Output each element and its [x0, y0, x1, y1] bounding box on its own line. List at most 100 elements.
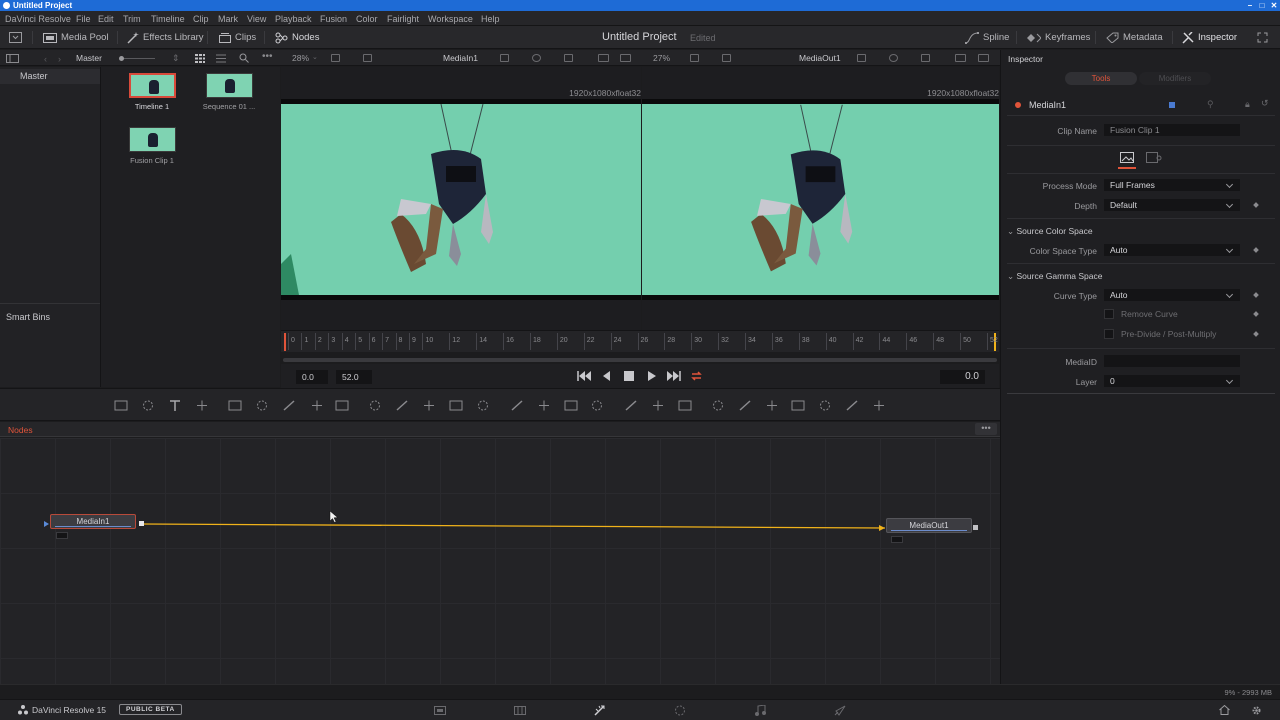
menu-playback[interactable]: Playback — [275, 14, 312, 24]
color-option-icon[interactable] — [889, 54, 898, 62]
spline-button[interactable]: Spline — [965, 26, 1009, 49]
merge-tool-icon[interactable] — [368, 399, 382, 412]
right-zoom[interactable]: 27% — [653, 53, 670, 63]
light-3d-icon[interactable] — [791, 399, 805, 412]
bin-item-master[interactable]: Master — [0, 69, 100, 84]
particle-spray-icon[interactable] — [678, 399, 692, 412]
render-start-field[interactable]: 0.0 — [296, 370, 328, 384]
nodes-options-button[interactable]: ••• — [975, 423, 997, 435]
curve-type-dropdown[interactable]: Auto — [1104, 289, 1240, 301]
left-viewer[interactable]: 1920x1080xfloat32 — [281, 67, 641, 330]
panel-toggle-button[interactable] — [9, 26, 22, 49]
maximize-icon[interactable]: □ — [1257, 0, 1267, 11]
particle-render-icon[interactable] — [651, 399, 665, 412]
reset-icon[interactable]: ↺ — [1261, 98, 1269, 109]
color-curves-tool-icon[interactable] — [335, 399, 349, 412]
ellipse-mask-icon[interactable] — [537, 399, 551, 412]
menu-workspace[interactable]: Workspace — [428, 14, 473, 24]
scrub-bar[interactable] — [283, 358, 997, 362]
image-3d-icon[interactable] — [872, 399, 886, 412]
back-arrow-icon[interactable]: ‹ — [44, 54, 47, 64]
keyframe-diamond-icon[interactable] — [1253, 292, 1259, 298]
layer-dropdown[interactable]: 0 — [1104, 375, 1240, 387]
keyframes-button[interactable]: Keyframes — [1027, 26, 1090, 49]
bspline-mask-icon[interactable] — [590, 399, 604, 412]
fusion-page-icon[interactable] — [594, 705, 606, 716]
right-viewer[interactable]: 1920x1080xfloat32 — [642, 67, 999, 330]
menu-file[interactable]: File — [76, 14, 91, 24]
text-tool-icon[interactable] — [168, 399, 182, 412]
viewer-option-icon[interactable] — [857, 54, 866, 62]
current-time-field[interactable]: 0.0 — [940, 370, 985, 384]
viewer-option-icon[interactable] — [978, 54, 989, 62]
keyframe-diamond-icon[interactable] — [1253, 311, 1259, 317]
menu-davinci-resolve[interactable]: DaVinci Resolve — [5, 14, 71, 24]
grid-view-icon[interactable] — [195, 54, 205, 63]
clip-sequence-01[interactable]: Sequence 01 ... — [199, 73, 259, 111]
more-options-icon[interactable]: ••• — [262, 51, 273, 62]
process-mode-dropdown[interactable]: Full Frames — [1104, 179, 1240, 191]
clip-fusion-clip-1[interactable]: Fusion Clip 1 — [122, 127, 182, 165]
stop-icon[interactable] — [624, 371, 634, 381]
keyframe-diamond-icon[interactable] — [1253, 331, 1259, 337]
shape-3d-icon[interactable] — [711, 399, 725, 412]
node-mediain1[interactable]: MediaIn1 — [50, 514, 136, 529]
clip-name-field[interactable]: Fusion Clip 1 — [1104, 124, 1240, 136]
roi-option-icon[interactable] — [598, 54, 609, 62]
color-space-type-dropdown[interactable]: Auto — [1104, 244, 1240, 256]
minimize-icon[interactable]: – — [1245, 0, 1255, 11]
background-tool-icon[interactable] — [114, 399, 128, 412]
play-icon[interactable] — [648, 371, 656, 381]
menu-timeline[interactable]: Timeline — [151, 14, 185, 24]
rectangle-mask-icon[interactable] — [510, 399, 524, 412]
clips-button[interactable]: Clips — [219, 26, 256, 49]
maximize-panel-button[interactable] — [1257, 26, 1268, 49]
nodes-button[interactable]: Nodes — [275, 26, 319, 49]
menu-color[interactable]: Color — [356, 14, 378, 24]
inspector-button[interactable]: Inspector — [1182, 26, 1237, 49]
polygon-mask-icon[interactable] — [564, 399, 578, 412]
clip-timeline-1[interactable]: Timeline 1 — [122, 73, 182, 111]
go-to-start-icon[interactable] — [577, 371, 591, 381]
text-3d-icon[interactable] — [765, 399, 779, 412]
metadata-button[interactable]: Metadata — [1106, 26, 1163, 49]
sort-icon[interactable]: ⇕ — [172, 53, 180, 64]
keyframe-diamond-icon[interactable] — [1253, 247, 1259, 253]
chevron-down-icon[interactable]: ⌄ — [312, 53, 318, 61]
menu-help[interactable]: Help — [481, 14, 500, 24]
fairlight-page-icon[interactable] — [754, 705, 766, 716]
renderer-3d-icon[interactable] — [818, 399, 832, 412]
search-icon[interactable] — [239, 53, 249, 63]
go-to-end-icon[interactable] — [667, 371, 681, 381]
viewer-option-icon[interactable] — [722, 54, 731, 62]
panel-layout-icon[interactable] — [6, 54, 19, 63]
loop-icon[interactable] — [690, 370, 703, 382]
node-mediaout1[interactable]: MediaOut1 — [886, 518, 972, 533]
source-gamma-space-header[interactable]: ⌄ Source Gamma Space — [1007, 271, 1102, 282]
grid-option-icon[interactable] — [921, 54, 930, 62]
effects-library-button[interactable]: Effects Library — [127, 26, 204, 49]
lock-icon[interactable]: 🔒︎ — [1245, 99, 1250, 110]
list-view-icon[interactable] — [216, 54, 226, 63]
settings-gear-icon[interactable] — [1251, 705, 1263, 716]
resize-tool-icon[interactable] — [476, 399, 490, 412]
menu-edit[interactable]: Edit — [98, 14, 114, 24]
image-plane-tool-icon[interactable] — [141, 399, 155, 412]
tab-tools[interactable]: Tools — [1065, 72, 1137, 85]
node-color-swatch[interactable] — [1169, 102, 1175, 108]
step-back-icon[interactable] — [602, 371, 610, 381]
brightness-tool-icon[interactable] — [310, 399, 324, 412]
menu-mark[interactable]: Mark — [218, 14, 238, 24]
transform-tool-icon[interactable] — [449, 399, 463, 412]
viewer-option-icon[interactable] — [620, 54, 631, 62]
audio-tab-icon[interactable] — [1146, 152, 1162, 163]
media-id-field[interactable] — [1104, 355, 1240, 367]
viewer-option-icon[interactable] — [500, 54, 509, 62]
depth-dropdown[interactable]: Default — [1104, 199, 1240, 211]
loader-tool-icon[interactable] — [395, 399, 409, 412]
media-page-icon[interactable] — [434, 705, 446, 716]
close-icon[interactable]: ✕ — [1269, 0, 1279, 11]
menu-view[interactable]: View — [247, 14, 266, 24]
left-zoom[interactable]: 28% — [292, 53, 309, 63]
color-option-icon[interactable] — [532, 54, 541, 62]
